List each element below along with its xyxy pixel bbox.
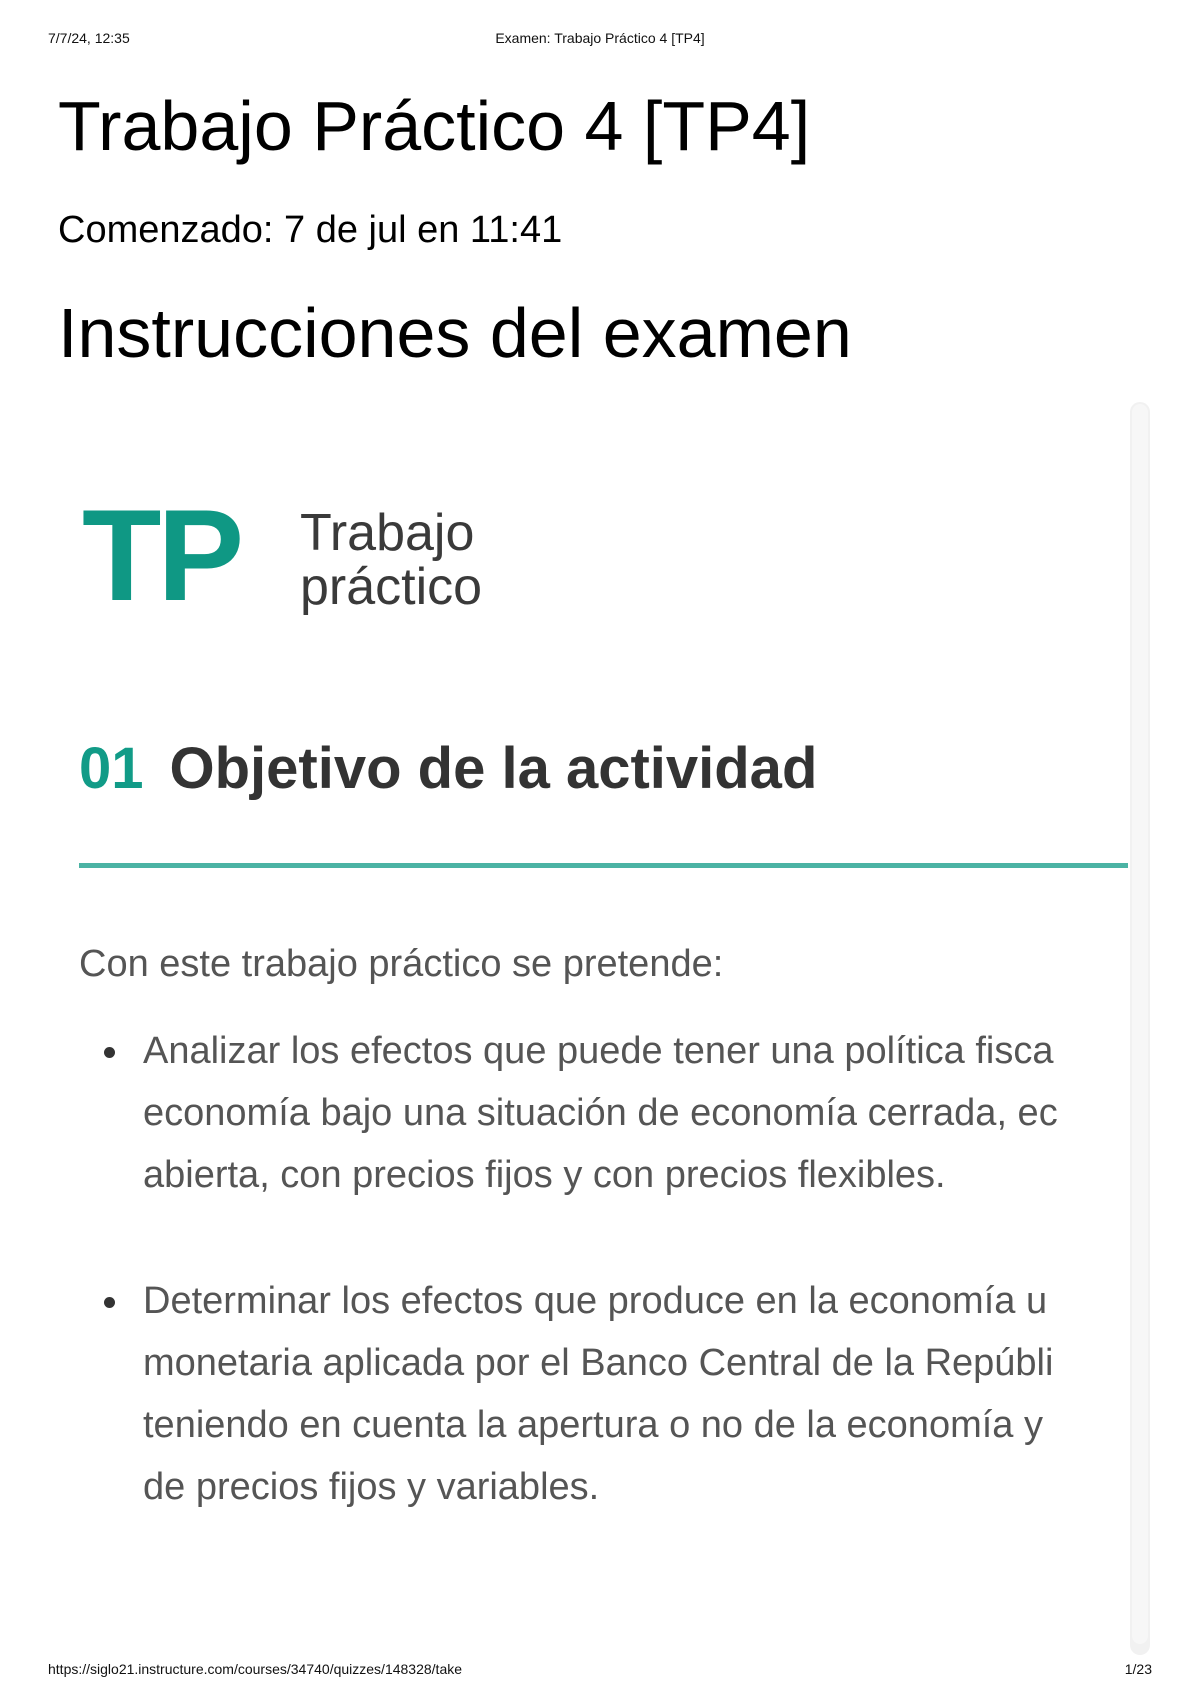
objective-line: de precios fijos y variables.: [143, 1466, 600, 1508]
objective-line: abierta, con precios fijos y con precios…: [143, 1154, 946, 1196]
section-title: Objetivo de la actividad: [169, 736, 818, 801]
page-url: https://siglo21.instructure.com/courses/…: [48, 1661, 463, 1677]
section-heading: 01 Objetivo de la actividad: [79, 735, 817, 802]
instructions-frame[interactable]: TP Trabajo práctico 01 Objetivo de la act…: [58, 405, 1128, 1655]
list-item: Determinar los efectos que produce en la…: [79, 1270, 1058, 1518]
started-timestamp: Comenzado: 7 de jul en 11:41: [58, 209, 563, 251]
objective-line: Analizar los efectos que puede tener una…: [143, 1030, 1054, 1072]
tp-logo-line-2: práctico: [300, 558, 483, 616]
section-divider: [79, 863, 1128, 868]
frame-scrollbar-thumb[interactable]: [1132, 404, 1148, 1644]
objective-line: Determinar los efectos que produce en la…: [143, 1280, 1048, 1322]
tp-logo-text: Trabajo práctico: [300, 506, 482, 614]
bullet-icon: [104, 1297, 115, 1308]
objective-line: teniendo en cuenta la apertura o no de l…: [143, 1404, 1043, 1446]
print-footer: https://siglo21.instructure.com/courses/…: [48, 1661, 1152, 1683]
tp-logo-mark: TP: [82, 482, 244, 628]
list-item: Analizar los efectos que puede tener una…: [79, 1020, 1058, 1206]
print-header: 7/7/24, 12:35 Examen: Trabajo Práctico 4…: [48, 30, 1152, 52]
frame-scrollbar[interactable]: [1130, 402, 1150, 1655]
instructions-heading: Instrucciones del examen: [58, 294, 852, 372]
intro-text: Con este trabajo práctico se pretende:: [79, 943, 724, 985]
objectives-list: Analizar los efectos que puede tener una…: [79, 1020, 1058, 1582]
section-number: 01: [79, 736, 144, 801]
quiz-title: Trabajo Práctico 4 [TP4]: [58, 87, 811, 165]
objective-line: economía bajo una situación de economía …: [143, 1092, 1058, 1134]
page-number: 1/23: [1124, 1661, 1152, 1677]
tp-logo-line-1: Trabajo: [300, 504, 475, 562]
objective-line: monetaria aplicada por el Banco Central …: [143, 1342, 1054, 1384]
page: 7/7/24, 12:35 Examen: Trabajo Práctico 4…: [0, 0, 1200, 1698]
bullet-icon: [104, 1047, 115, 1058]
print-title: Examen: Trabajo Práctico 4 [TP4]: [495, 30, 705, 46]
